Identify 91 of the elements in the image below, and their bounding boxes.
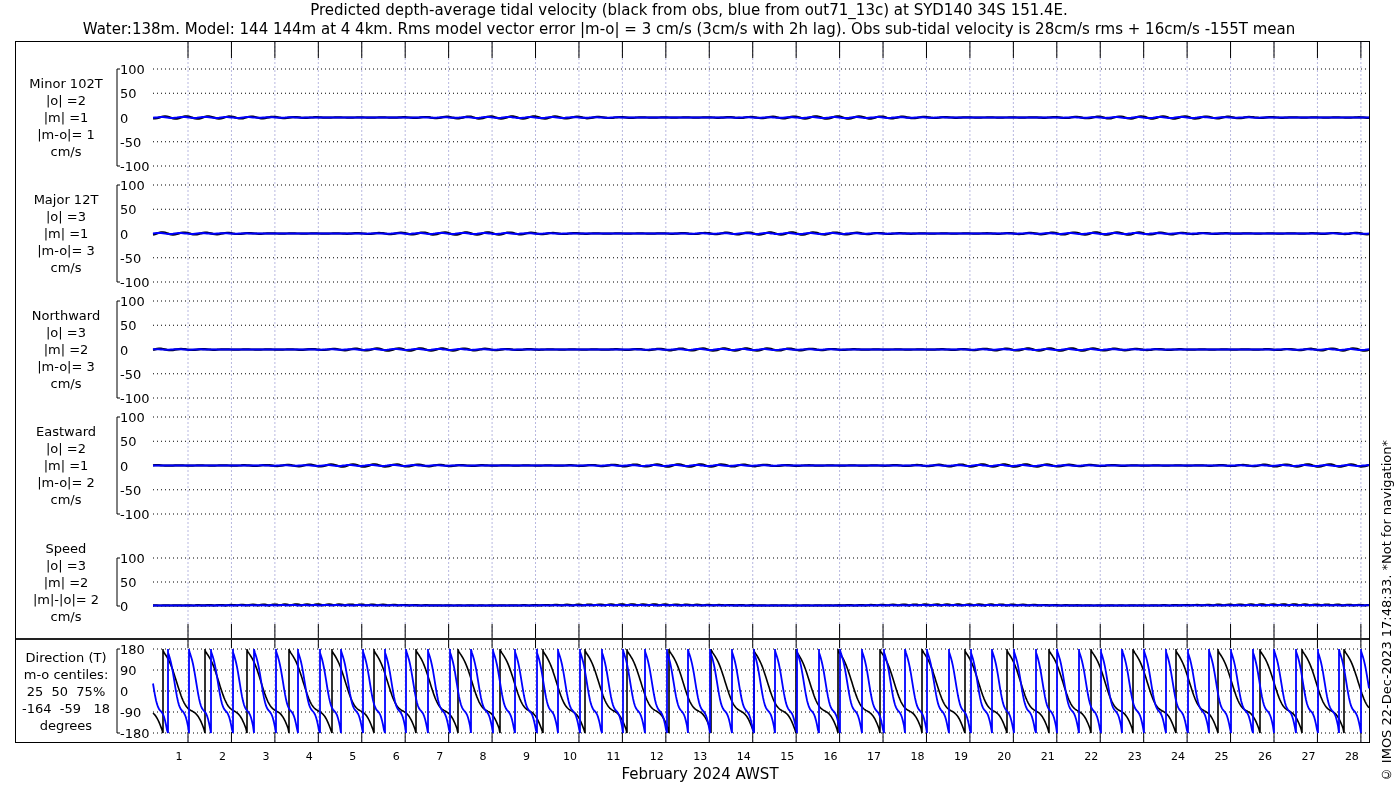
x-tick-label: 24 xyxy=(1171,750,1186,763)
y-tick-label: 0 xyxy=(120,110,129,126)
panel-label: |m-o|= 3 xyxy=(36,242,96,259)
panel-label: Minor 102T xyxy=(29,75,103,92)
y-tick-label: 100 xyxy=(120,62,145,77)
panel-label: |m| =1 xyxy=(42,457,90,474)
x-tick-label: 23 xyxy=(1127,750,1142,763)
x-tick-label: 22 xyxy=(1084,750,1099,763)
x-tick-label: 25 xyxy=(1214,750,1229,763)
panel-label: |m-o|= 1 xyxy=(36,126,96,143)
y-tick-label: -50 xyxy=(120,482,142,498)
x-tick-label: 27 xyxy=(1301,750,1316,763)
panel-label: cm/s xyxy=(49,607,83,625)
y-tick-label: 50 xyxy=(120,575,137,590)
x-tick-label: 21 xyxy=(1040,750,1055,763)
panel-label: Northward xyxy=(31,307,101,324)
panel-label: Major 12T xyxy=(33,191,99,208)
x-tick-label: 20 xyxy=(997,750,1012,763)
y-tick-label: 100 xyxy=(120,294,145,309)
y-tick-label: 100 xyxy=(120,410,145,425)
panel-label: Direction (T) xyxy=(24,648,108,666)
panel-label: |m| =2 xyxy=(42,573,90,591)
panel-label: |m-o|= 2 xyxy=(36,474,96,491)
x-tick-label: 12 xyxy=(649,750,664,763)
panel-label: cm/s xyxy=(49,375,83,392)
y-tick-label: -180 xyxy=(120,726,150,741)
y-tick-label: -50 xyxy=(120,250,142,266)
credit-text: © IMOS 22-Dec-2023 17:48:33. *Not for navigation* xyxy=(1378,439,1394,782)
y-tick-label: 50 xyxy=(120,86,137,102)
x-axis-label: February 2024 AWST xyxy=(621,765,779,783)
panel-label: |m| =2 xyxy=(42,341,90,358)
x-tick-label: 9 xyxy=(523,750,530,763)
y-tick-label: 100 xyxy=(120,551,145,566)
y-tick-label: 0 xyxy=(120,342,129,358)
y-tick-label: -100 xyxy=(120,159,150,174)
x-tick-label: 7 xyxy=(436,750,444,763)
x-tick-label: 8 xyxy=(479,750,487,763)
y-tick-label: 0 xyxy=(120,226,129,242)
panel-label: cm/s xyxy=(49,259,83,276)
panel-label: |m| =1 xyxy=(42,109,90,126)
panel-label: degrees xyxy=(38,716,94,734)
x-tick-label: 26 xyxy=(1258,750,1272,763)
panel-label: 25 50 75% xyxy=(25,682,107,700)
panel-label: cm/s xyxy=(49,143,83,160)
y-axis xyxy=(116,557,121,607)
x-tick-label: 13 xyxy=(693,750,708,763)
x-tick-label: 4 xyxy=(305,750,313,763)
y-tick-label: -100 xyxy=(120,391,150,406)
x-tick-label: 1 xyxy=(175,750,183,763)
y-tick-label: 100 xyxy=(120,178,145,193)
y-tick-label: 0 xyxy=(120,684,129,699)
x-tick-label: 5 xyxy=(349,750,357,763)
y-tick-label: -50 xyxy=(120,366,142,382)
x-tick-label: 2 xyxy=(218,750,226,763)
x-tick-label: 18 xyxy=(910,750,925,763)
x-tick-label: 16 xyxy=(823,750,838,763)
y-tick-label: 90 xyxy=(120,663,137,678)
chart-subtitle: Water:138m. Model: 144 144m at 4 4km. Rms model vector error |m-o| = 3 cm/s (3cm/s with 2h lag). Obs sub-tidal velocity is 28cm/s rms + 16cm/s -155T mean xyxy=(81,20,1297,39)
y-tick-label: 50 xyxy=(120,318,137,334)
chart-title: Predicted depth-average tidal velocity (black from obs, blue from out71_13c) at SYD140 34S 151.4E. xyxy=(309,1,1069,20)
panel-label: |m-o|= 3 xyxy=(36,358,96,375)
panel-label: |m|-|o|= 2 xyxy=(32,590,100,608)
y-tick-label: 0 xyxy=(120,599,129,614)
panel-label: -164 -59 18 xyxy=(22,699,110,717)
y-tick-label: 180 xyxy=(120,642,145,657)
x-tick-label: 3 xyxy=(262,750,270,763)
y-tick-label: -90 xyxy=(120,705,142,720)
panel-label: cm/s xyxy=(49,491,83,508)
panel-label: |m| =1 xyxy=(42,225,90,242)
panel-label: |o| =3 xyxy=(45,556,87,574)
x-tick-label: 15 xyxy=(780,750,795,763)
x-tick-label: 6 xyxy=(392,750,400,763)
x-tick-label: 14 xyxy=(736,750,751,763)
y-tick-label: -100 xyxy=(120,507,150,522)
y-tick-label: -100 xyxy=(120,275,150,290)
y-tick-label: -50 xyxy=(120,134,142,150)
x-tick-label: 11 xyxy=(606,750,621,763)
x-tick-label: 10 xyxy=(562,750,577,763)
panel-label: |o| =3 xyxy=(45,324,87,341)
panel-label: |o| =3 xyxy=(45,208,87,225)
panel-label: m-o centiles: xyxy=(22,665,110,683)
x-tick-label: 17 xyxy=(867,750,882,763)
y-tick-label: 50 xyxy=(120,434,137,450)
y-tick-label: 50 xyxy=(120,202,137,218)
y-tick-label: 0 xyxy=(120,458,129,474)
panel-label: Eastward xyxy=(36,423,96,440)
x-tick-label: 19 xyxy=(953,750,968,763)
panel-label: Speed xyxy=(44,539,88,557)
panel-label: |o| =2 xyxy=(45,440,87,457)
panel-label: |o| =2 xyxy=(45,92,87,109)
x-tick-label: 28 xyxy=(1344,750,1359,763)
